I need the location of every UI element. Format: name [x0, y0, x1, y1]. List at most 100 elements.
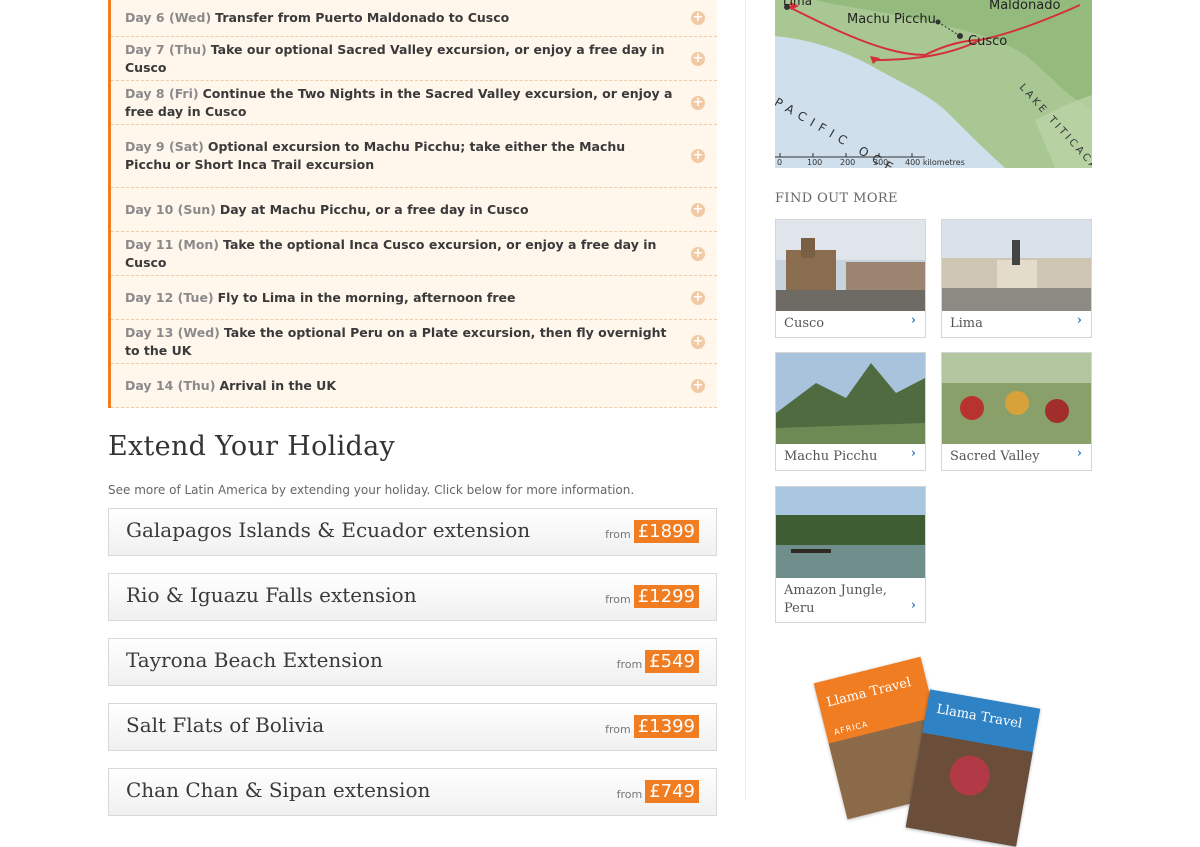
brochure-latin-america: Llama Travel	[905, 689, 1041, 847]
chevron-right-icon: ›	[1076, 446, 1082, 461]
sacred-valley-image	[942, 353, 1091, 444]
itinerary-list: Day 6 (Wed) Transfer from Puerto Maldonad…	[108, 0, 717, 408]
tile-caption: Machu Picchu ›	[776, 444, 925, 470]
tile-label: Machu Picchu	[784, 449, 878, 464]
extension-name: Salt Flats of Bolivia	[126, 713, 325, 737]
brochure-latin-brand: Llama Travel	[935, 701, 1024, 732]
expand-plus-icon[interactable]: +	[691, 95, 705, 110]
expand-plus-icon[interactable]: +	[691, 290, 705, 305]
extension-galapagos[interactable]: Galapagos Islands & Ecuador extension fr…	[108, 508, 717, 556]
day-label: Day 6 (Wed)	[125, 10, 212, 25]
expand-plus-icon[interactable]: +	[691, 149, 705, 163]
map-scale-400: 400 kilometres	[905, 158, 965, 167]
expand-plus-icon[interactable]: +	[691, 202, 705, 217]
extend-holiday-title: Extend Your Holiday	[108, 431, 396, 462]
day-description: Transfer from Puerto Maldonado to Cusco	[215, 10, 510, 25]
cusco-image	[776, 220, 925, 311]
day-label: Day 8 (Fri)	[125, 85, 199, 101]
route-map[interactable]: Lima Machu Picchu Maldonado Cusco PACIFI…	[775, 0, 1092, 168]
day-description: Arrival in the UK	[219, 377, 337, 393]
tile-caption: Amazon Jungle, Peru ›	[776, 578, 925, 622]
map-label-cusco: Cusco	[968, 34, 1008, 49]
expand-plus-icon[interactable]: +	[691, 334, 705, 349]
from-label: from	[605, 528, 631, 541]
chevron-right-icon: ›	[1076, 313, 1082, 328]
price-badge: £549	[645, 650, 699, 673]
from-label: from	[616, 788, 643, 801]
map-scale-300: 300	[873, 158, 889, 167]
map-scale-0: 0	[777, 158, 783, 167]
itinerary-day-7[interactable]: Day 7 (Thu) Take our optional Sacred Vall…	[111, 37, 717, 81]
expand-plus-icon[interactable]: +	[691, 378, 705, 393]
tile-amazon-jungle[interactable]: Amazon Jungle, Peru ›	[775, 486, 926, 623]
amazon-jungle-image	[776, 487, 925, 578]
itinerary-day-8[interactable]: Day 8 (Fri) Continue the Two Nights in th…	[111, 81, 717, 125]
map-label-lima: Lima	[783, 0, 813, 8]
price-box: from £549	[617, 650, 699, 673]
chevron-right-icon: ›	[910, 598, 916, 613]
extension-name: Chan Chan & Sipan extension	[126, 778, 431, 802]
chevron-right-icon: ›	[910, 313, 916, 328]
price-badge: £1299	[633, 585, 699, 608]
tile-caption: Sacred Valley ›	[942, 444, 1091, 470]
map-scale-100: 100	[807, 158, 823, 167]
itinerary-day-9[interactable]: Day 9 (Sat) Optional excursion to Machu P…	[111, 125, 717, 188]
itinerary-day-11[interactable]: Day 11 (Mon) Take the optional Inca Cusco…	[111, 232, 717, 276]
tile-lima[interactable]: Lima ›	[941, 219, 1092, 338]
expand-plus-icon[interactable]: +	[691, 51, 705, 66]
tile-label: Amazon Jungle, Peru	[784, 583, 887, 616]
extension-rio-iguazu[interactable]: Rio & Iguazu Falls extension from £1299	[108, 573, 717, 621]
day-description: Continue the Two Nights in the Sacred Va…	[125, 85, 673, 119]
extension-tayrona[interactable]: Tayrona Beach Extension from £549	[108, 638, 717, 686]
extend-holiday-description: See more of Latin America by extending y…	[108, 483, 635, 497]
tile-label: Sacred Valley	[950, 449, 1040, 464]
tile-cusco[interactable]: Cusco ›	[775, 219, 926, 338]
tile-machu-picchu[interactable]: Machu Picchu ›	[775, 352, 926, 471]
day-label: Day 9 (Sat)	[125, 139, 204, 154]
extension-chan-chan[interactable]: Chan Chan & Sipan extension from £749	[108, 768, 717, 816]
itinerary-day-14[interactable]: Day 14 (Thu) Arrival in the UK +	[111, 364, 717, 408]
find-out-more-title: FIND OUT MORE	[775, 191, 898, 206]
from-label: from	[605, 723, 631, 736]
brochure-latin-photo	[905, 732, 1033, 847]
itinerary-day-6[interactable]: Day 6 (Wed) Transfer from Puerto Maldonad…	[111, 0, 717, 37]
expand-plus-icon[interactable]: +	[691, 11, 705, 25]
map-label-maldonado: Maldonado	[989, 0, 1061, 13]
price-badge: £1899	[633, 520, 699, 543]
expand-plus-icon[interactable]: +	[691, 246, 705, 261]
day-label: Day 10 (Sun)	[125, 201, 216, 217]
main-column: Day 6 (Wed) Transfer from Puerto Maldonad…	[108, 0, 717, 816]
chevron-right-icon: ›	[910, 446, 916, 461]
map-scale-200: 200	[840, 158, 856, 167]
extension-salt-flats[interactable]: Salt Flats of Bolivia from £1399	[108, 703, 717, 751]
extension-name: Rio & Iguazu Falls extension	[126, 583, 417, 607]
day-label: Day 13 (Wed)	[125, 324, 220, 340]
itinerary-day-10[interactable]: Day 10 (Sun) Day at Machu Picchu, or a fr…	[111, 188, 717, 232]
from-label: from	[605, 593, 631, 606]
day-label: Day 12 (Tue)	[125, 289, 214, 305]
day-label: Day 11 (Mon)	[125, 236, 220, 252]
column-divider	[745, 0, 746, 800]
map-label-machu-picchu: Machu Picchu	[847, 12, 936, 27]
day-label: Day 7 (Thu)	[125, 41, 207, 57]
price-box: from £1399	[605, 715, 699, 738]
price-badge: £1399	[633, 715, 699, 738]
day-label: Day 14 (Thu)	[125, 377, 216, 393]
extension-name: Galapagos Islands & Ecuador extension	[126, 518, 531, 542]
from-label: from	[616, 658, 643, 671]
price-box: from £1299	[605, 585, 699, 608]
lima-image	[942, 220, 1091, 311]
tile-caption: Lima ›	[942, 311, 1091, 337]
tile-label: Lima	[950, 316, 983, 331]
day-description: Fly to Lima in the morning, afternoon fr…	[217, 289, 516, 305]
brochures[interactable]: Llama Travel AFRICA Llama Travel	[813, 656, 1045, 847]
tile-label: Cusco	[784, 316, 825, 331]
tile-sacred-valley[interactable]: Sacred Valley ›	[941, 352, 1092, 471]
brochure-africa-brand: Llama Travel	[825, 675, 913, 711]
day-description: Day at Machu Picchu, or a free day in Cu…	[219, 201, 529, 217]
itinerary-day-13[interactable]: Day 13 (Wed) Take the optional Peru on a …	[111, 320, 717, 364]
extension-name: Tayrona Beach Extension	[126, 648, 383, 672]
machu-picchu-image	[776, 353, 925, 444]
itinerary-day-12[interactable]: Day 12 (Tue) Fly to Lima in the morning, …	[111, 276, 717, 320]
price-box: from £1899	[605, 520, 699, 543]
